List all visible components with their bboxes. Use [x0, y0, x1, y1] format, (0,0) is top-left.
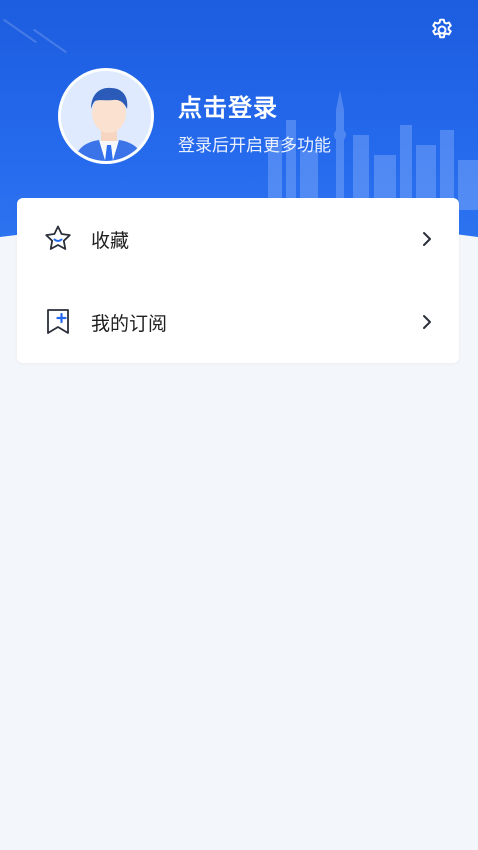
login-title[interactable]: 点击登录	[178, 88, 331, 123]
menu-item-label: 收藏	[91, 229, 130, 252]
avatar[interactable]	[58, 68, 154, 164]
user-info: 点击登录 登录后开启更多功能	[178, 88, 331, 156]
gear-icon	[432, 18, 452, 39]
chevron-right-icon	[423, 315, 431, 329]
chevron-right-icon	[423, 232, 431, 246]
subscribe-bookmark-plus-icon	[41, 305, 75, 339]
menu-card: 收藏 我的订阅	[17, 198, 459, 363]
decor-streak	[3, 18, 37, 44]
menu-item-subscriptions[interactable]: 我的订阅	[17, 281, 459, 363]
profile-page: 点击登录 登录后开启更多功能 收藏 我的订阅	[0, 0, 478, 850]
menu-item-label: 我的订阅	[91, 312, 168, 335]
settings-button[interactable]	[428, 16, 456, 44]
star-icon	[41, 222, 75, 256]
decor-streak	[33, 28, 67, 54]
default-male-avatar-icon	[61, 71, 151, 161]
menu-item-favorites[interactable]: 收藏	[17, 198, 459, 280]
login-subtitle: 登录后开启更多功能	[178, 136, 331, 156]
